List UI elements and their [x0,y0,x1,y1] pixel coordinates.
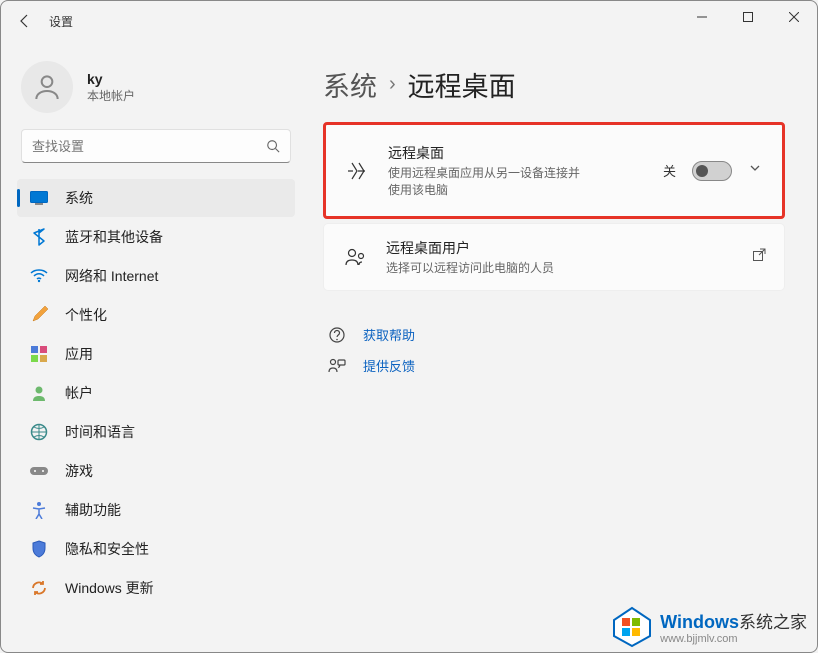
nav-privacy[interactable]: 隐私和安全性 [17,530,295,568]
nav-gaming[interactable]: 游戏 [17,452,295,490]
card-subtitle: 使用远程桌面应用从另一设备连接并使用该电脑 [388,164,588,198]
nav-time-language[interactable]: 时间和语言 [17,413,295,451]
system-icon [29,188,49,208]
minimize-icon [697,12,707,22]
open-external-button[interactable] [752,248,766,267]
nav-label: 系统 [65,188,93,208]
user-name: ky [87,71,135,87]
nav-label: 蓝牙和其他设备 [65,227,163,247]
user-profile[interactable]: ky 本地帐户 [5,41,307,129]
minimize-button[interactable] [679,1,725,33]
breadcrumb-parent[interactable]: 系统 [323,65,377,104]
nav-bluetooth[interactable]: 蓝牙和其他设备 [17,218,295,256]
watermark-suffix: 系统之家 [739,613,807,632]
nav-accessibility[interactable]: 辅助功能 [17,491,295,529]
maximize-button[interactable] [725,1,771,33]
link-label: 获取帮助 [363,325,415,344]
nav-accounts[interactable]: 帐户 [17,374,295,412]
person-icon [31,71,63,103]
users-icon [342,247,368,267]
card-title: 远程桌面用户 [386,238,752,258]
help-icon [327,326,347,344]
link-label: 提供反馈 [363,356,415,375]
search-input[interactable] [32,139,266,154]
get-help-link[interactable]: 获取帮助 [323,319,785,350]
watermark-brand: Windows [660,612,739,632]
arrow-left-icon [17,13,33,29]
nav-label: 游戏 [65,461,93,481]
expand-chevron[interactable] [748,161,764,180]
nav-windows-update[interactable]: Windows 更新 [17,569,295,607]
remote-desktop-card[interactable]: 远程桌面 使用远程桌面应用从另一设备连接并使用该电脑 关 [323,122,785,219]
gamepad-icon [29,461,49,481]
close-icon [789,12,799,22]
feedback-icon [327,358,347,374]
nav-personalization[interactable]: 个性化 [17,296,295,334]
apps-icon [29,344,49,364]
wifi-icon [29,266,49,286]
nav-label: 辅助功能 [65,500,121,520]
shield-icon [29,539,49,559]
breadcrumb-current: 远程桌面 [408,65,516,104]
search-box[interactable] [21,129,291,163]
brush-icon [29,305,49,325]
nav-label: 网络和 Internet [65,266,158,286]
toggle-label: 关 [663,161,676,180]
avatar [21,61,73,113]
card-title: 远程桌面 [388,143,663,163]
nav-network[interactable]: 网络和 Internet [17,257,295,295]
feedback-link[interactable]: 提供反馈 [323,350,785,381]
update-icon [29,578,49,598]
watermark: Windows系统之家 www.bjjmlv.com [610,604,807,648]
nav-system[interactable]: 系统 [17,179,295,217]
clock-globe-icon [29,422,49,442]
nav-label: 应用 [65,344,93,364]
back-button[interactable] [9,5,41,37]
nav-label: 个性化 [65,305,107,325]
accessibility-icon [29,500,49,520]
nav-label: 隐私和安全性 [65,539,149,559]
account-icon [29,383,49,403]
nav-apps[interactable]: 应用 [17,335,295,373]
remote-icon [344,160,370,182]
nav-label: 时间和语言 [65,422,135,442]
maximize-icon [743,12,753,22]
card-subtitle: 选择可以远程访问此电脑的人员 [386,259,752,276]
bluetooth-icon [29,227,49,247]
close-button[interactable] [771,1,817,33]
windows-logo-icon [610,604,654,648]
nav-label: Windows 更新 [65,578,154,598]
remote-users-card[interactable]: 远程桌面用户 选择可以远程访问此电脑的人员 [323,223,785,291]
chevron-right-icon: › [389,73,396,96]
user-subtitle: 本地帐户 [87,87,135,104]
breadcrumb: 系统 › 远程桌面 [323,65,785,104]
remote-desktop-toggle[interactable] [692,161,732,181]
external-link-icon [752,248,766,262]
window-title: 设置 [49,13,73,30]
watermark-url: www.bjjmlv.com [660,633,807,645]
nav-label: 帐户 [65,383,93,403]
sidebar: ky 本地帐户 系统 蓝牙和其他设备 网络和 In [1,41,311,652]
chevron-down-icon [748,161,762,175]
search-icon [266,139,280,153]
